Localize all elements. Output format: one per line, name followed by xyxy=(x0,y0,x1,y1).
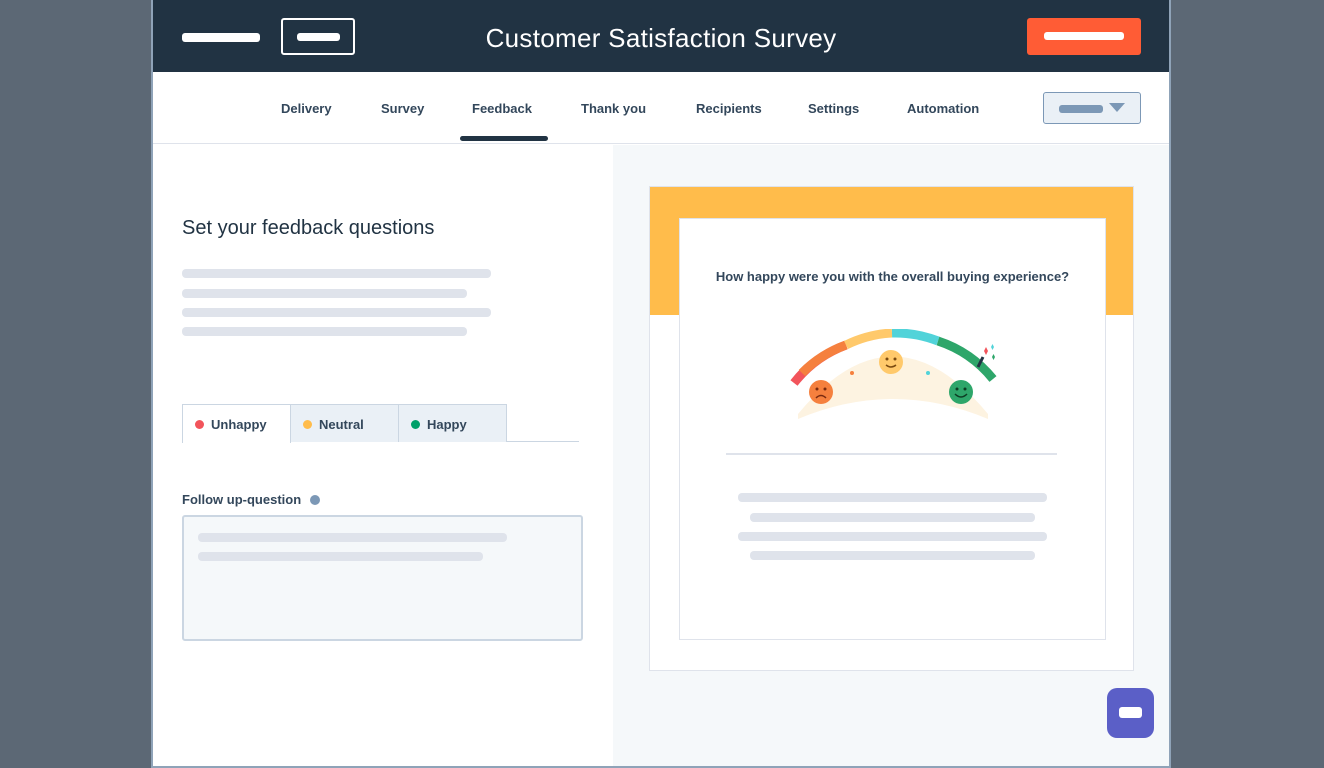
unhappy-dot-icon xyxy=(195,420,204,429)
follow-up-label: Follow up-question xyxy=(182,492,302,507)
tab-delivery[interactable]: Delivery xyxy=(281,101,332,116)
description-placeholder-line xyxy=(182,308,491,317)
happy-face-icon xyxy=(949,380,973,404)
tab-automation[interactable]: Automation xyxy=(907,101,979,116)
preview-placeholder-line xyxy=(750,513,1035,522)
follow-up-question-input[interactable] xyxy=(182,515,583,641)
dropdown-placeholder xyxy=(1059,105,1103,113)
tab-neutral-label: Neutral xyxy=(319,417,364,432)
preview-divider xyxy=(726,453,1057,455)
email-preview: How happy were you with the overall buyi… xyxy=(649,186,1134,671)
preview-placeholder-line xyxy=(738,493,1047,502)
tab-neutral[interactable]: Neutral xyxy=(290,404,399,442)
survey-question: How happy were you with the overall buyi… xyxy=(715,269,1070,284)
actions-dropdown[interactable] xyxy=(1043,92,1141,124)
chat-icon xyxy=(1119,707,1142,718)
primary-action-placeholder xyxy=(1044,32,1124,40)
email-card: How happy were you with the overall buyi… xyxy=(679,218,1106,640)
neutral-face-icon xyxy=(879,350,903,374)
tab-happy[interactable]: Happy xyxy=(398,404,507,442)
tab-thank-you[interactable]: Thank you xyxy=(581,101,646,116)
tab-survey[interactable]: Survey xyxy=(381,101,424,116)
tab-settings[interactable]: Settings xyxy=(808,101,859,116)
satisfaction-gauge-icon xyxy=(790,329,997,419)
happy-dot-icon xyxy=(411,420,420,429)
description-placeholder-line xyxy=(182,327,467,336)
tab-unhappy[interactable]: Unhappy xyxy=(182,404,291,443)
primary-action-button[interactable] xyxy=(1027,18,1141,55)
input-placeholder-line xyxy=(198,552,483,561)
active-tab-indicator xyxy=(460,136,548,141)
editor-panel: Set your feedback questions Unhappy Neut… xyxy=(153,145,613,766)
preview-placeholder-line xyxy=(738,532,1047,541)
tab-happy-label: Happy xyxy=(427,417,467,432)
tab-feedback[interactable]: Feedback xyxy=(472,101,532,116)
neutral-dot-icon xyxy=(303,420,312,429)
top-header: Customer Satisfaction Survey xyxy=(153,0,1169,72)
section-title: Set your feedback questions xyxy=(182,217,435,239)
tab-recipients[interactable]: Recipients xyxy=(696,101,762,116)
description-placeholder-line xyxy=(182,289,467,298)
mood-tabs: Unhappy Neutral Happy xyxy=(182,404,579,443)
sad-face-icon xyxy=(809,380,833,404)
input-placeholder-line xyxy=(198,533,507,542)
page-title: Customer Satisfaction Survey xyxy=(485,23,837,53)
app-window: Customer Satisfaction Survey Delivery Su… xyxy=(151,0,1171,768)
info-icon[interactable] xyxy=(310,495,320,505)
tab-bar: Delivery Survey Feedback Thank you Recip… xyxy=(153,72,1169,144)
chevron-down-icon xyxy=(1109,103,1125,112)
tab-unhappy-label: Unhappy xyxy=(211,417,267,432)
preview-panel: How happy were you with the overall buyi… xyxy=(613,145,1169,766)
description-placeholder-line xyxy=(182,269,491,278)
preview-placeholder-line xyxy=(750,551,1035,560)
chat-button[interactable] xyxy=(1107,688,1154,738)
